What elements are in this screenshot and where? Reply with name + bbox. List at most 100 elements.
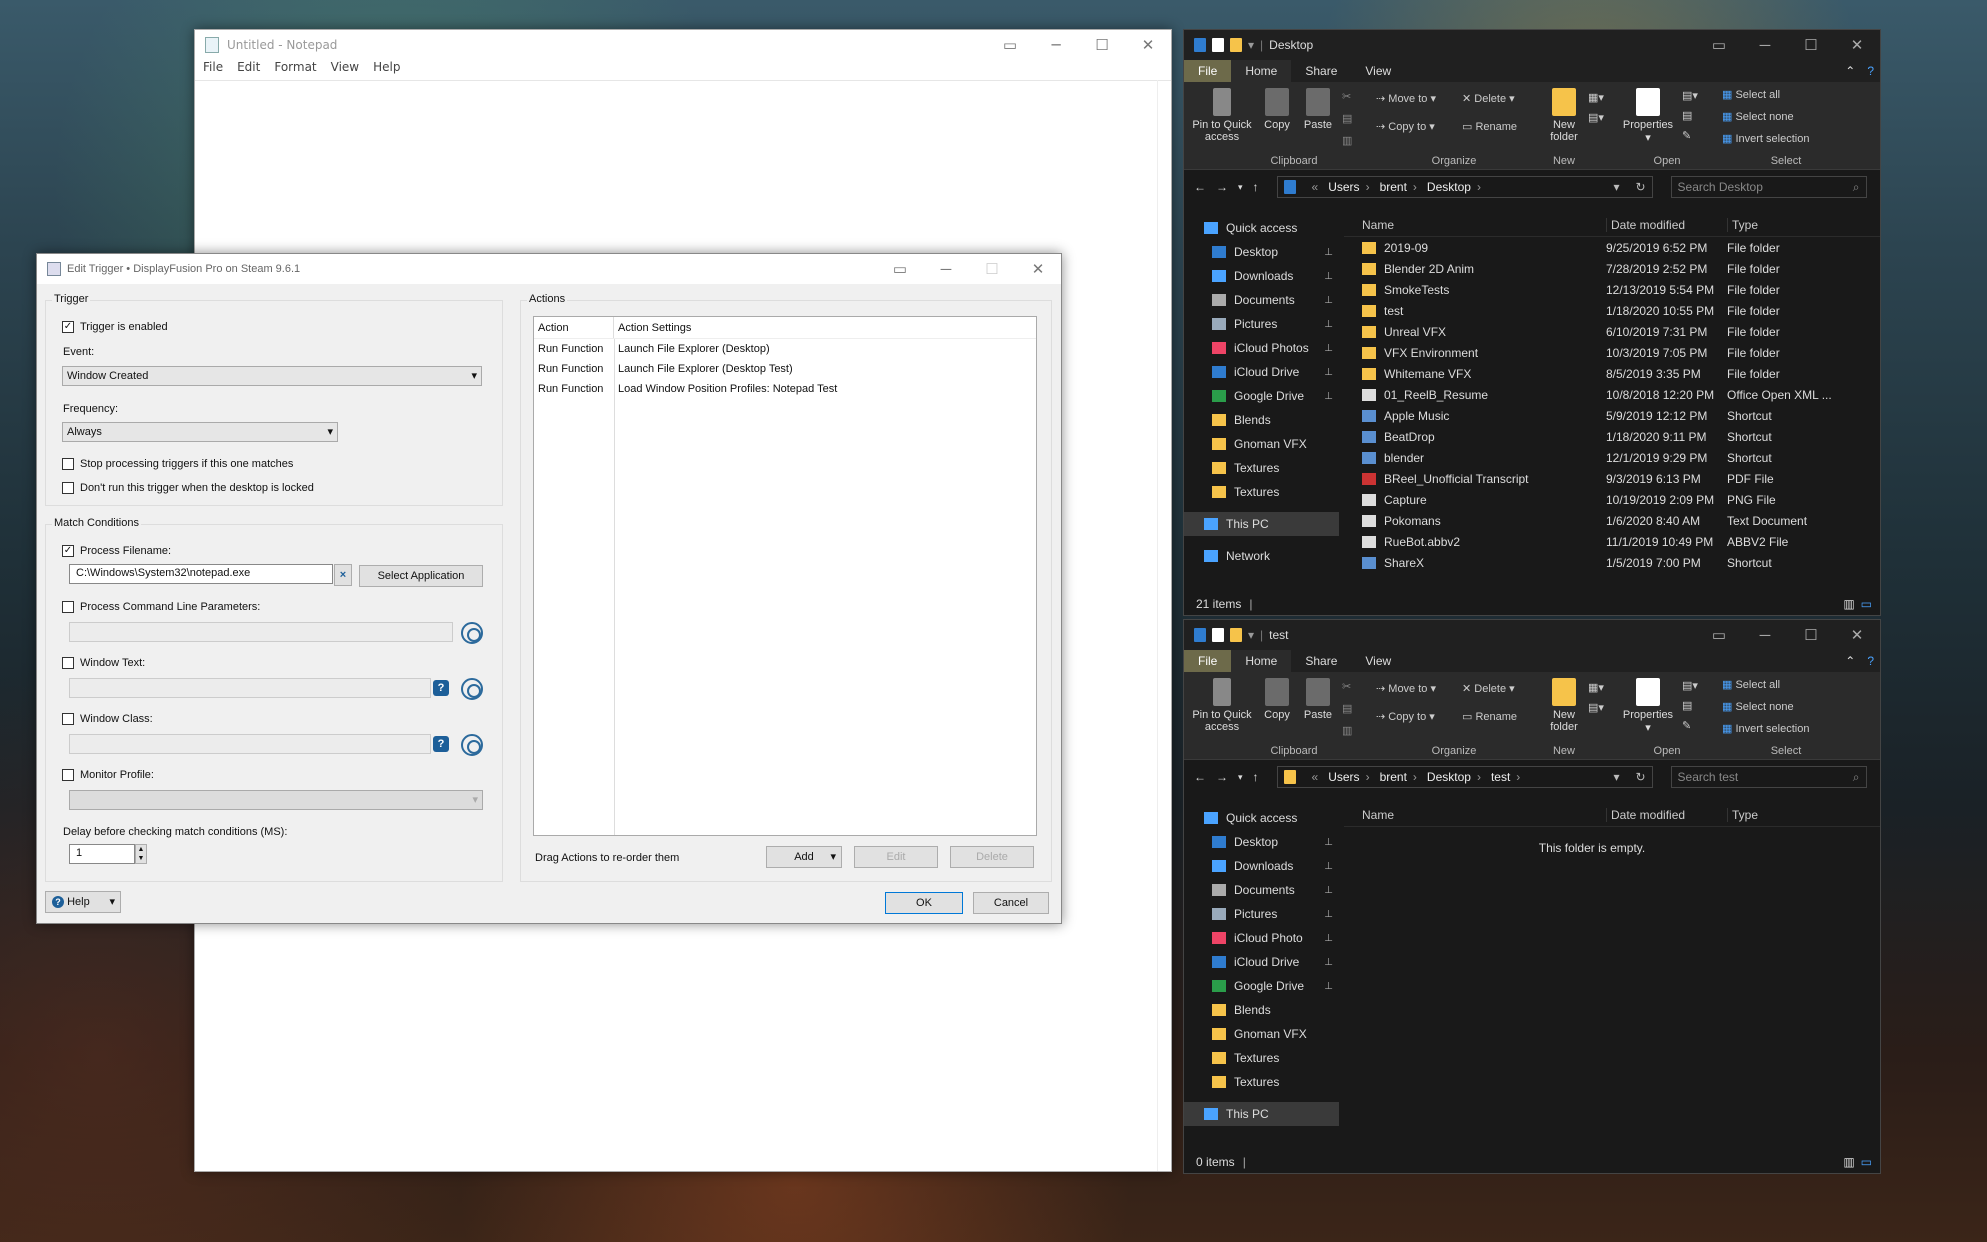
nav-item[interactable]: Quick access (1184, 806, 1339, 830)
clipboard-small-icons[interactable]: ✂ ▤ ▥ (1342, 676, 1352, 742)
collapse-ribbon-icon[interactable]: ⌃ (1839, 650, 1861, 672)
delete-button[interactable]: Delete (950, 846, 1034, 868)
frequency-dropdown[interactable]: Always (62, 422, 338, 442)
select-all-button[interactable]: ▦ Select all (1722, 678, 1780, 691)
up-arrow-icon[interactable]: ↑ (1253, 180, 1259, 194)
new-item-icons[interactable]: ▦▾ ▤▾ (1588, 678, 1604, 718)
close-button[interactable]: ✕ (1125, 30, 1171, 60)
move-to-button[interactable]: ⇢ Move to ▾ (1376, 682, 1436, 695)
table-row[interactable]: Run Function Launch File Explorer (Deskto… (534, 359, 1036, 379)
up-arrow-icon[interactable]: ↑ (1253, 770, 1259, 784)
col-type[interactable]: Type (1727, 807, 1758, 822)
recent-dropdown-icon[interactable]: ▾ (1238, 772, 1243, 783)
recent-dropdown-icon[interactable]: ▾ (1238, 182, 1243, 193)
cmdline-input[interactable] (69, 622, 453, 642)
new-folder-quick-icon[interactable] (1230, 628, 1242, 642)
nav-item[interactable]: Documents ⊥ (1184, 878, 1339, 902)
displayfusion-icon[interactable]: ▭ (877, 254, 923, 284)
col-name[interactable]: Name (1344, 218, 1606, 232)
nav-item[interactable]: Textures (1184, 1070, 1339, 1094)
large-icons-view-icon[interactable]: ▭ (1861, 597, 1872, 611)
nav-item[interactable]: Gnoman VFX (1184, 1022, 1339, 1046)
tab-view[interactable]: View (1351, 60, 1405, 82)
back-arrow-icon[interactable]: ← (1194, 180, 1206, 194)
close-button[interactable]: ✕ (1015, 254, 1061, 284)
help-icon[interactable]: ? (1861, 60, 1880, 82)
delete-button[interactable]: ✕ Delete ▾ (1462, 92, 1515, 105)
properties-button[interactable]: Properties ▾ (1620, 88, 1676, 144)
open-small-icons[interactable]: ▤▾ ▤ ✎ (1682, 86, 1698, 146)
address-bar[interactable]: « Users › brent › Desktop › ▾ ↻ (1276, 176, 1653, 198)
breadcrumb[interactable]: Users › brent › Desktop › (1328, 180, 1491, 194)
back-arrow-icon[interactable]: ← (1194, 770, 1206, 784)
col-action[interactable]: Action (534, 317, 614, 338)
rename-button[interactable]: ▭ Rename (1462, 710, 1517, 723)
list-item[interactable]: Unreal VFX 6/10/2019 7:31 PM File folder (1344, 321, 1880, 342)
copy-to-button[interactable]: ⇢ Copy to ▾ (1376, 120, 1435, 133)
delete-button[interactable]: ✕ Delete ▾ (1462, 682, 1515, 695)
stop-processing-checkbox[interactable] (62, 458, 74, 471)
col-name[interactable]: Name (1344, 808, 1606, 822)
tab-file[interactable]: File (1184, 650, 1232, 672)
collapse-ribbon-icon[interactable]: ⌃ (1839, 60, 1861, 82)
menu-file[interactable]: File (203, 60, 223, 80)
edit-button[interactable]: Edit (854, 846, 938, 868)
table-row[interactable]: Run Function Launch File Explorer (Deskto… (534, 339, 1036, 359)
list-item[interactable]: Capture 10/19/2019 2:09 PM PNG File (1344, 489, 1880, 510)
process-filename-checkbox[interactable]: ✓ (62, 545, 74, 558)
nav-item[interactable]: Network (1184, 544, 1339, 568)
crosshair-target-icon[interactable] (461, 734, 483, 756)
refresh-icon[interactable]: ↻ (1635, 180, 1645, 194)
list-item[interactable]: Pokomans 1/6/2020 8:40 AM Text Document (1344, 510, 1880, 531)
forward-arrow-icon[interactable]: → (1216, 770, 1228, 784)
ok-button[interactable]: OK (885, 892, 963, 914)
address-dropdown-icon[interactable]: ▾ (1613, 770, 1619, 784)
col-date[interactable]: Date modified (1606, 807, 1727, 822)
clipboard-small-icons[interactable]: ✂ ▤ ▥ (1342, 86, 1352, 152)
breadcrumb-item[interactable]: Users (1328, 180, 1359, 194)
search-box[interactable]: Search test ⌕ (1670, 766, 1867, 788)
menu-view[interactable]: View (331, 60, 359, 80)
new-folder-button[interactable]: New folder (1544, 88, 1584, 143)
customize-arrow-icon[interactable]: ▾ (1248, 628, 1254, 642)
minimize-button[interactable]: ─ (1033, 30, 1079, 60)
nav-item[interactable]: Desktop ⊥ (1184, 240, 1339, 264)
list-item[interactable]: SmokeTests 12/13/2019 5:54 PM File folder (1344, 279, 1880, 300)
clear-icon[interactable]: × (334, 564, 352, 586)
breadcrumb-item[interactable]: brent (1380, 770, 1407, 784)
paste-button[interactable]: Paste (1300, 88, 1336, 131)
forward-arrow-icon[interactable]: → (1216, 180, 1228, 194)
minimize-button[interactable]: ─ (923, 254, 969, 284)
tab-share[interactable]: Share (1291, 60, 1351, 82)
open-small-icons[interactable]: ▤▾ ▤ ✎ (1682, 676, 1698, 736)
breadcrumb-item[interactable]: Desktop (1427, 180, 1471, 194)
nav-item[interactable]: Textures (1184, 456, 1339, 480)
copy-to-button[interactable]: ⇢ Copy to ▾ (1376, 710, 1435, 723)
event-dropdown[interactable]: Window Created (62, 366, 482, 386)
copy-button[interactable]: Copy (1260, 678, 1294, 721)
maximize-button[interactable]: ☐ (1788, 620, 1834, 650)
tab-home[interactable]: Home (1231, 60, 1292, 82)
list-item[interactable]: 01_ReelB_Resume 10/8/2018 12:20 PM Office … (1344, 384, 1880, 405)
window-class-checkbox[interactable] (62, 713, 74, 726)
help-button[interactable]: ? Help ▾ (45, 891, 121, 913)
help-icon[interactable]: ? (1861, 650, 1880, 672)
checkmark-quick-icon[interactable] (1212, 628, 1224, 642)
displayfusion-icon[interactable]: ▭ (987, 30, 1033, 60)
nav-item[interactable]: iCloud Drive ⊥ (1184, 360, 1339, 384)
invert-selection-button[interactable]: ▦ Invert selection (1722, 722, 1809, 735)
crosshair-target-icon[interactable] (461, 622, 483, 644)
help-question-icon[interactable]: ? (433, 680, 449, 696)
window-class-input[interactable] (69, 734, 431, 754)
maximize-button[interactable]: ☐ (1079, 30, 1125, 60)
notepad-scrollbar[interactable] (1157, 80, 1171, 1171)
minimize-button[interactable]: ─ (1742, 30, 1788, 60)
cmdline-checkbox[interactable] (62, 601, 74, 614)
new-folder-quick-icon[interactable] (1230, 38, 1242, 52)
select-all-button[interactable]: ▦ Select all (1722, 88, 1780, 101)
minimize-button[interactable]: ─ (1742, 620, 1788, 650)
monitor-profile-dropdown[interactable] (69, 790, 483, 810)
address-dropdown-icon[interactable]: ▾ (1613, 180, 1619, 194)
maximize-button[interactable]: ☐ (1788, 30, 1834, 60)
nav-item[interactable]: Documents ⊥ (1184, 288, 1339, 312)
